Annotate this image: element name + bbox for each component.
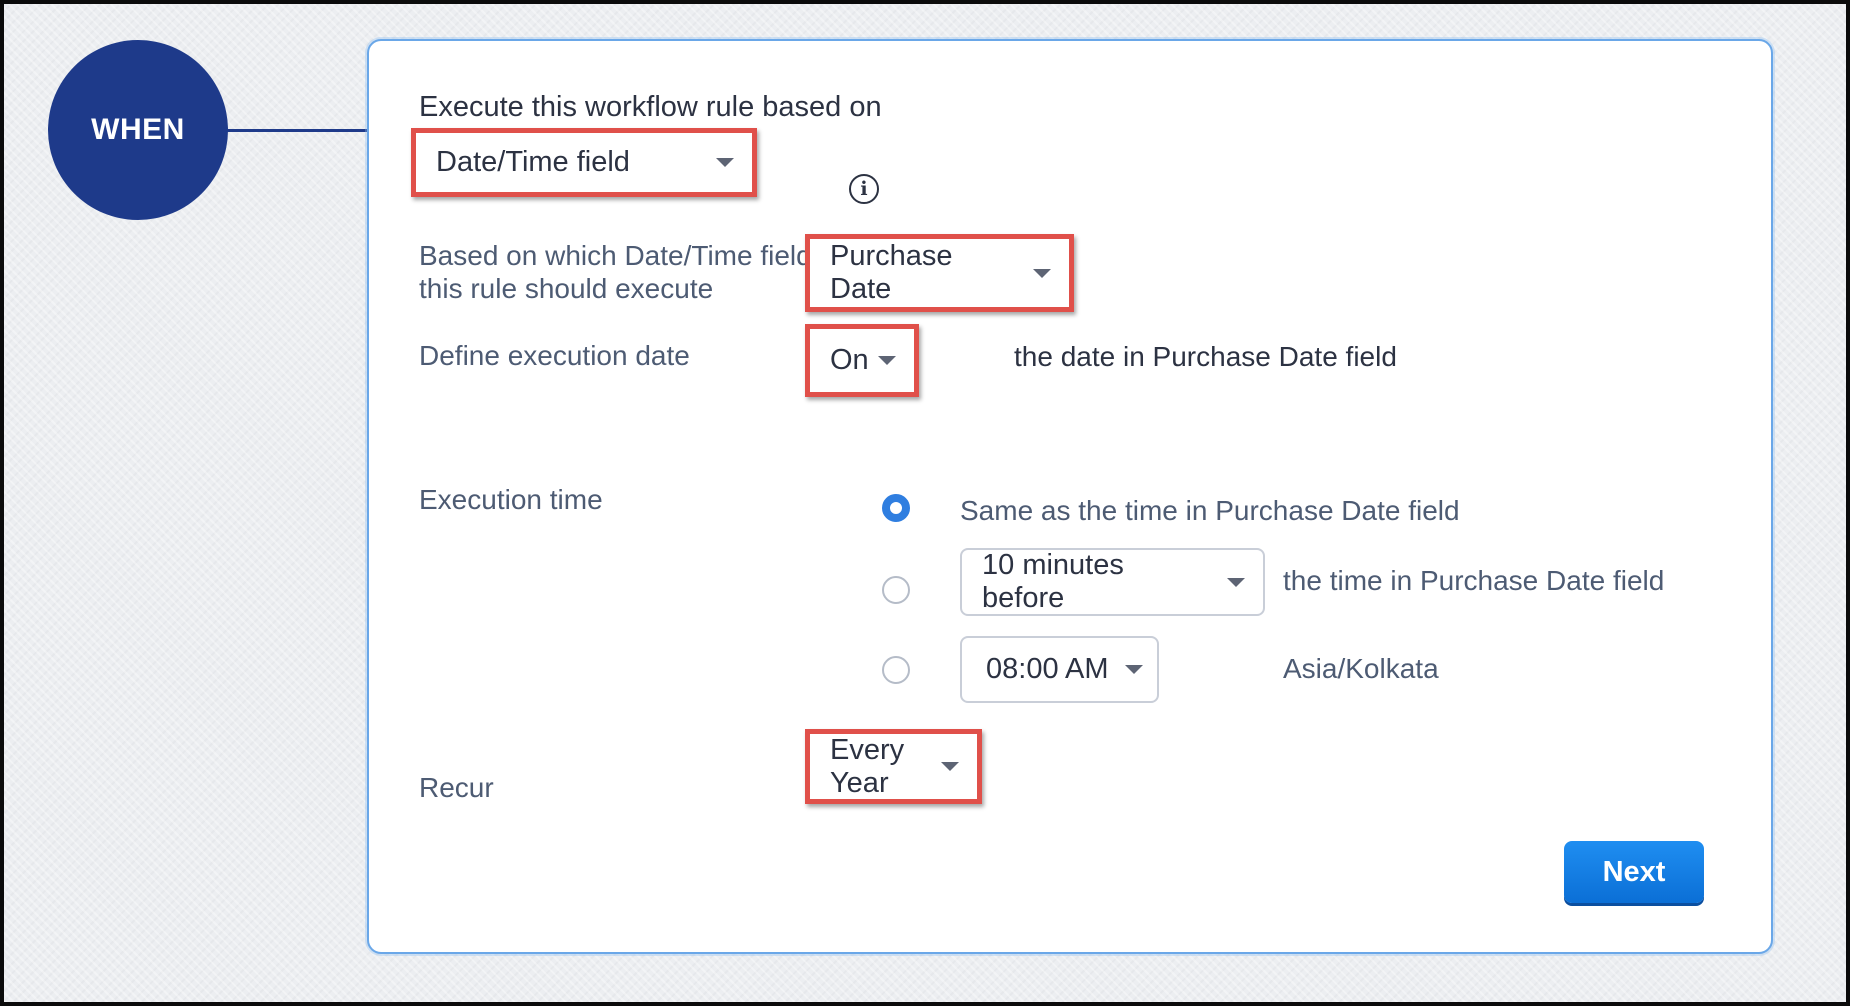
execution-date-select-value: On — [830, 344, 869, 376]
offset-time-select-value: 10 minutes before — [982, 549, 1124, 614]
trigger-select[interactable]: Date/Time field — [416, 133, 752, 192]
chevron-down-icon — [1227, 577, 1245, 587]
trigger-select-highlight: Date/Time field — [411, 128, 757, 197]
date-field-select[interactable]: Purchase Date — [810, 239, 1069, 307]
chevron-down-icon — [1033, 268, 1051, 278]
offset-time-select[interactable]: 10 minutes before — [960, 548, 1265, 616]
when-connector-line — [226, 129, 368, 132]
trigger-select-value: Date/Time field — [436, 146, 630, 178]
screenshot-frame: WHEN Execute this workflow rule based on… — [0, 0, 1850, 1006]
chevron-down-icon — [1125, 665, 1143, 674]
date-field-label: Based on which Date/Time field this rule… — [419, 239, 812, 305]
offset-time-suffix: the time in Purchase Date field — [1283, 565, 1665, 596]
date-field-label-line2: this rule should execute — [419, 273, 714, 304]
date-field-label-line1: Based on which Date/Time field — [419, 240, 812, 271]
recur-select[interactable]: Every Year — [810, 734, 977, 799]
execution-time-label: Execution time — [419, 484, 603, 515]
radio-specific-time[interactable] — [882, 656, 910, 684]
date-field-select-highlight: Purchase Date — [805, 234, 1074, 312]
execution-date-select-highlight: On — [805, 324, 919, 397]
info-icon[interactable]: i — [849, 174, 879, 204]
radio-offset-time[interactable] — [882, 576, 910, 604]
chevron-down-icon — [716, 158, 734, 167]
when-node: WHEN — [48, 40, 228, 220]
execution-date-label: Define execution date — [419, 340, 690, 371]
timezone-text: Asia/Kolkata — [1283, 653, 1439, 684]
same-time-option-text: Same as the time in Purchase Date field — [960, 495, 1460, 526]
trigger-heading: Execute this workflow rule based on — [419, 91, 882, 123]
radio-same-time[interactable] — [882, 494, 910, 522]
execution-date-select[interactable]: On — [810, 329, 914, 392]
chevron-down-icon — [878, 356, 896, 365]
date-field-select-value: Purchase Date — [830, 240, 953, 305]
when-label: WHEN — [91, 113, 185, 146]
specific-time-select[interactable]: 08:00 AM — [960, 636, 1159, 703]
execution-date-suffix: the date in Purchase Date field — [1014, 341, 1397, 372]
workflow-trigger-card: Execute this workflow rule based on Date… — [367, 39, 1773, 954]
chevron-down-icon — [941, 762, 959, 771]
specific-time-select-value: 08:00 AM — [986, 653, 1109, 685]
recur-select-value: Every Year — [830, 733, 905, 799]
recur-label: Recur — [419, 772, 494, 803]
next-button[interactable]: Next — [1564, 841, 1704, 903]
recur-select-highlight: Every Year — [805, 729, 982, 804]
